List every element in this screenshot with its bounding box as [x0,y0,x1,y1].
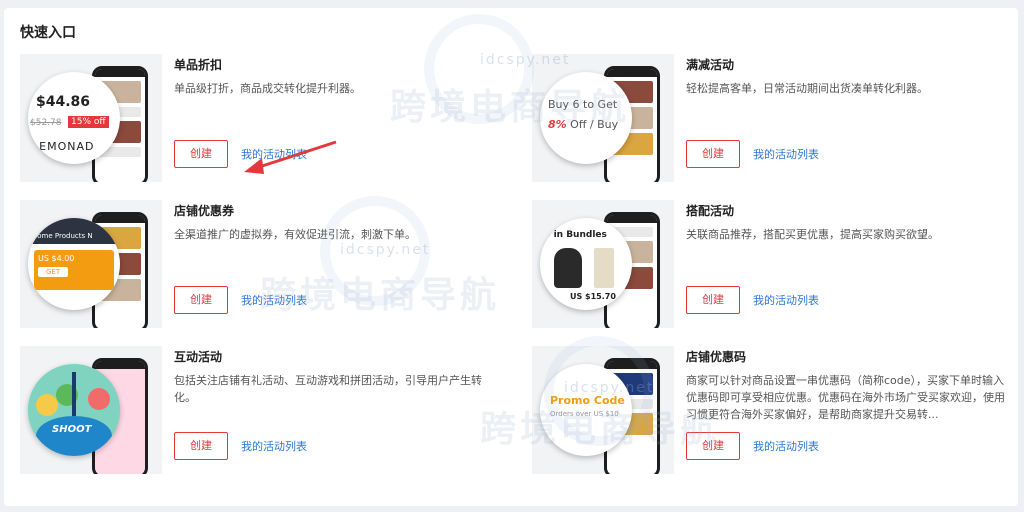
thumbnail-lens: p in Bundles US $15.70 [540,218,632,310]
card-title: 单品折扣 [174,58,223,72]
red-arrow-annotation [244,140,337,174]
thumb-promo-label: Promo Code [550,394,625,407]
card-thumbnail: SHOOT [20,346,162,474]
card-store-coupon: Home Products N US $4.00 GET 店铺优惠券 全渠道推广… [20,200,510,330]
card-thumbnail: $44.86 $52.78 15% off LEMONAD [20,54,162,182]
create-button[interactable]: 创建 [174,286,228,314]
card-thumbnail: Home Products N US $4.00 GET [20,200,162,328]
activity-list-link[interactable]: 我的活动列表 [241,292,307,308]
card-title: 搭配活动 [686,204,735,218]
card-thumbnail: Promo Code Orders over US $10 [532,346,674,474]
card-title: 互动活动 [174,350,223,364]
thumb-price: $44.86 [36,94,91,110]
thumbnail-lens: Buy 6 to Get 8% Off / Buy [540,72,632,164]
thumb-nav: Home Products N [28,218,120,244]
create-button[interactable]: 创建 [686,432,740,460]
card-description: 轻松提高客单，日常活动期间出货凑单转化利器。 [686,82,928,95]
activity-list-link[interactable]: 我的活动列表 [241,438,307,454]
create-button[interactable]: 创建 [686,286,740,314]
thumb-discount-badge: 15% off [68,116,109,128]
thumb-coupon-value: US $4.00 [38,254,75,263]
shoot-disk [36,416,112,456]
card-description: 包括关注店铺有礼活动、互动游戏和拼团活动，引导用户产生转化。 [174,374,482,404]
card-description: 关联商品推荐，搭配买更优惠，提高买家购买欲望。 [686,228,939,241]
shoot-arrow [72,372,76,416]
quick-entry-panel: 快速入口 $44.86 $52.78 15% off LEMONAD 单品折扣 … [4,8,1018,506]
thumb-promo-sub: Orders over US $10 [550,410,619,418]
thumb-old-price: $52.78 [30,118,62,128]
create-button[interactable]: 创建 [174,140,228,168]
card-description: 全渠道推广的虚拟券，有效促进引流，刺激下单。 [174,228,416,241]
thumb-heading: p in Bundles [544,230,607,240]
card-description: 商家可以针对商品设置一串优惠码（简称code），买家下单时输入优惠码即可享受相应… [686,374,1005,421]
dress-image [554,248,582,288]
card-bundle-activity: p in Bundles US $15.70 搭配活动 关联商品推荐，搭配买更优… [532,200,1022,330]
thumb-percent: 8% [548,118,567,131]
thumb-line1: Buy 6 to Get [548,98,618,111]
thumbnail-lens: SHOOT [28,364,120,456]
create-button[interactable]: 创建 [686,140,740,168]
card-description: 单品级打折，商品成交转化提升利器。 [174,82,361,95]
card-promo-code: Promo Code Orders over US $10 店铺优惠码 商家可以… [532,346,1022,476]
card-full-reduction: Buy 6 to Get 8% Off / Buy 满减活动 轻松提高客单，日常… [532,54,1022,184]
thumb-coupon: US $4.00 GET [34,250,114,290]
card-title: 店铺优惠码 [686,350,747,364]
thumb-shoot-label: SHOOT [52,424,92,435]
card-interactive-activity: SHOOT 互动活动 包括关注店铺有礼活动、互动游戏和拼团活动，引导用户产生转化… [20,346,510,476]
thumbnail-lens: Promo Code Orders over US $10 [540,364,632,456]
card-single-discount: $44.86 $52.78 15% off LEMONAD 单品折扣 单品级打折… [20,54,510,184]
thumb-get-button: GET [38,267,69,277]
card-thumbnail: Buy 6 to Get 8% Off / Buy [532,54,674,182]
card-title: 店铺优惠券 [174,204,235,218]
create-button[interactable]: 创建 [174,432,228,460]
thumb-brand: LEMONAD [32,140,95,153]
activity-list-link[interactable]: 我的活动列表 [753,146,819,162]
thumbnail-lens: Home Products N US $4.00 GET [28,218,120,310]
card-title: 满减活动 [686,58,735,72]
card-thumbnail: p in Bundles US $15.70 [532,200,674,328]
thumb-line2-text: Off / Buy [566,118,619,131]
thumbnail-lens: $44.86 $52.78 15% off LEMONAD [28,72,120,164]
activity-list-link[interactable]: 我的活动列表 [753,292,819,308]
thumb-line2: 8% Off / Buy [548,118,618,131]
activity-list-link[interactable]: 我的活动列表 [753,438,819,454]
panel-title: 快速入口 [20,25,76,41]
pants-image [594,248,614,288]
thumb-price: US $15.70 [570,292,616,301]
